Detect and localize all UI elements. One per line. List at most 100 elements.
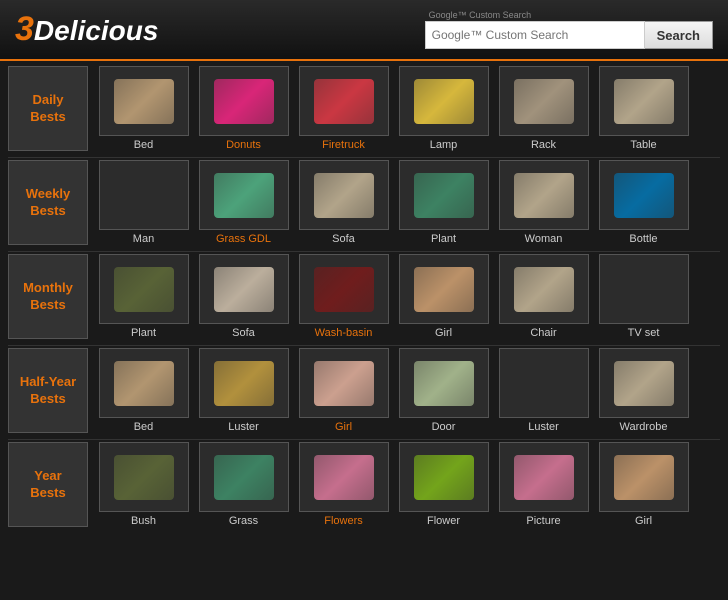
- section-label-daily: Daily Bests: [8, 66, 88, 151]
- item-thumb-monthly-2[interactable]: [299, 254, 389, 324]
- item-label-year-1: Grass: [229, 515, 258, 527]
- google-label: Google™ Custom Search: [429, 10, 713, 20]
- item-thumb-daily-0[interactable]: [99, 66, 189, 136]
- item-thumb-daily-3[interactable]: [399, 66, 489, 136]
- list-item: Door: [396, 348, 491, 433]
- list-item: TV set: [596, 254, 691, 339]
- item-thumb-halfyear-3[interactable]: [399, 348, 489, 418]
- item-thumb-weekly-3[interactable]: [399, 160, 489, 230]
- section-divider: [8, 157, 720, 158]
- list-item: Sofa: [296, 160, 391, 245]
- item-thumb-halfyear-0[interactable]: [99, 348, 189, 418]
- item-label-halfyear-0: Bed: [134, 421, 154, 433]
- item-thumb-monthly-5[interactable]: [599, 254, 689, 324]
- list-item: Plant: [96, 254, 191, 339]
- list-item: Woman: [496, 160, 591, 245]
- list-item: Bottle: [596, 160, 691, 245]
- list-item: Sofa: [196, 254, 291, 339]
- list-item: Flower: [396, 442, 491, 527]
- item-thumb-year-4[interactable]: [499, 442, 589, 512]
- items-grid-monthly: PlantSofaWash-basinGirlChairTV set: [96, 254, 691, 339]
- item-thumb-weekly-2[interactable]: [299, 160, 389, 230]
- list-item: Plant: [396, 160, 491, 245]
- list-item: Firetruck: [296, 66, 391, 151]
- item-label-weekly-4: Woman: [525, 233, 563, 245]
- section-label-halfyear: Half-Year Bests: [8, 348, 88, 433]
- logo-text: Delicious: [34, 15, 158, 46]
- section-row-monthly: Monthly BestsPlantSofaWash-basinGirlChai…: [8, 254, 720, 339]
- items-grid-year: Bush Grass Flowers Flower Picture Girl: [96, 442, 691, 527]
- item-label-monthly-4: Chair: [530, 327, 556, 339]
- section-label-monthly: Monthly Bests: [8, 254, 88, 339]
- item-label-halfyear-3: Door: [432, 421, 456, 433]
- item-label-weekly-5: Bottle: [629, 233, 657, 245]
- section-label-year: Year Bests: [8, 442, 88, 527]
- item-thumb-daily-4[interactable]: [499, 66, 589, 136]
- list-item: Bush: [96, 442, 191, 527]
- item-label-halfyear-4: Luster: [528, 421, 559, 433]
- item-label-monthly-5: TV set: [628, 327, 660, 339]
- item-thumb-monthly-4[interactable]: [499, 254, 589, 324]
- section-label-weekly: Weekly Bests: [8, 160, 88, 245]
- list-item: Girl: [596, 442, 691, 527]
- list-item: Rack: [496, 66, 591, 151]
- item-label-daily-2: Firetruck: [322, 139, 365, 151]
- item-label-daily-3: Lamp: [430, 139, 458, 151]
- section-divider: [8, 439, 720, 440]
- item-label-year-3: Flower: [427, 515, 460, 527]
- item-label-halfyear-1: Luster: [228, 421, 259, 433]
- items-grid-halfyear: Bed Luster Girl Door Luster Wardrobe: [96, 348, 691, 433]
- item-label-monthly-0: Plant: [131, 327, 156, 339]
- list-item: Picture: [496, 442, 591, 527]
- section-row-weekly: Weekly BestsManGrass GDLSofaPlantWomanBo…: [8, 160, 720, 245]
- item-thumb-weekly-4[interactable]: [499, 160, 589, 230]
- search-button[interactable]: Search: [645, 21, 713, 49]
- list-item: Lamp: [396, 66, 491, 151]
- item-thumb-year-0[interactable]: [99, 442, 189, 512]
- item-thumb-weekly-0[interactable]: [99, 160, 189, 230]
- list-item: Girl: [296, 348, 391, 433]
- item-thumb-weekly-5[interactable]: [599, 160, 689, 230]
- item-thumb-year-5[interactable]: [599, 442, 689, 512]
- item-thumb-daily-2[interactable]: [299, 66, 389, 136]
- items-grid-weekly: ManGrass GDLSofaPlantWomanBottle: [96, 160, 691, 245]
- item-label-weekly-2: Sofa: [332, 233, 355, 245]
- item-thumb-daily-1[interactable]: [199, 66, 289, 136]
- list-item: Wash-basin: [296, 254, 391, 339]
- section-row-year: Year BestsBush Grass Flowers Flower Picture G…: [8, 442, 720, 527]
- main-content: Daily BestsBedDonutsFiretruckLampRackTab…: [0, 61, 728, 536]
- item-thumb-halfyear-4[interactable]: [499, 348, 589, 418]
- list-item: Grass: [196, 442, 291, 527]
- item-thumb-year-2[interactable]: [299, 442, 389, 512]
- list-item: Bed: [96, 348, 191, 433]
- search-wrapper: Google™ Custom Search Search: [425, 10, 713, 49]
- item-label-daily-5: Table: [630, 139, 656, 151]
- list-item: Wardrobe: [596, 348, 691, 433]
- item-thumb-halfyear-5[interactable]: [599, 348, 689, 418]
- item-thumb-year-3[interactable]: [399, 442, 489, 512]
- item-thumb-monthly-1[interactable]: [199, 254, 289, 324]
- item-label-daily-0: Bed: [134, 139, 154, 151]
- item-thumb-halfyear-2[interactable]: [299, 348, 389, 418]
- logo-3: 3: [15, 10, 34, 48]
- list-item: Bed: [96, 66, 191, 151]
- list-item: Luster: [196, 348, 291, 433]
- list-item: Chair: [496, 254, 591, 339]
- item-label-monthly-1: Sofa: [232, 327, 255, 339]
- section-row-daily: Daily BestsBedDonutsFiretruckLampRackTab…: [8, 66, 720, 151]
- item-thumb-weekly-1[interactable]: [199, 160, 289, 230]
- list-item: Luster: [496, 348, 591, 433]
- item-thumb-halfyear-1[interactable]: [199, 348, 289, 418]
- item-thumb-daily-5[interactable]: [599, 66, 689, 136]
- item-label-daily-4: Rack: [531, 139, 556, 151]
- item-label-weekly-3: Plant: [431, 233, 456, 245]
- item-label-year-2: Flowers: [324, 515, 363, 527]
- item-label-weekly-1: Grass GDL: [216, 233, 271, 245]
- item-thumb-monthly-0[interactable]: [99, 254, 189, 324]
- search-input[interactable]: [425, 21, 645, 49]
- item-thumb-monthly-3[interactable]: [399, 254, 489, 324]
- section-row-halfyear: Half-Year Bests Bed Luster Girl Door Luster Wa…: [8, 348, 720, 433]
- item-label-monthly-2: Wash-basin: [315, 327, 373, 339]
- item-label-year-4: Picture: [526, 515, 560, 527]
- item-thumb-year-1[interactable]: [199, 442, 289, 512]
